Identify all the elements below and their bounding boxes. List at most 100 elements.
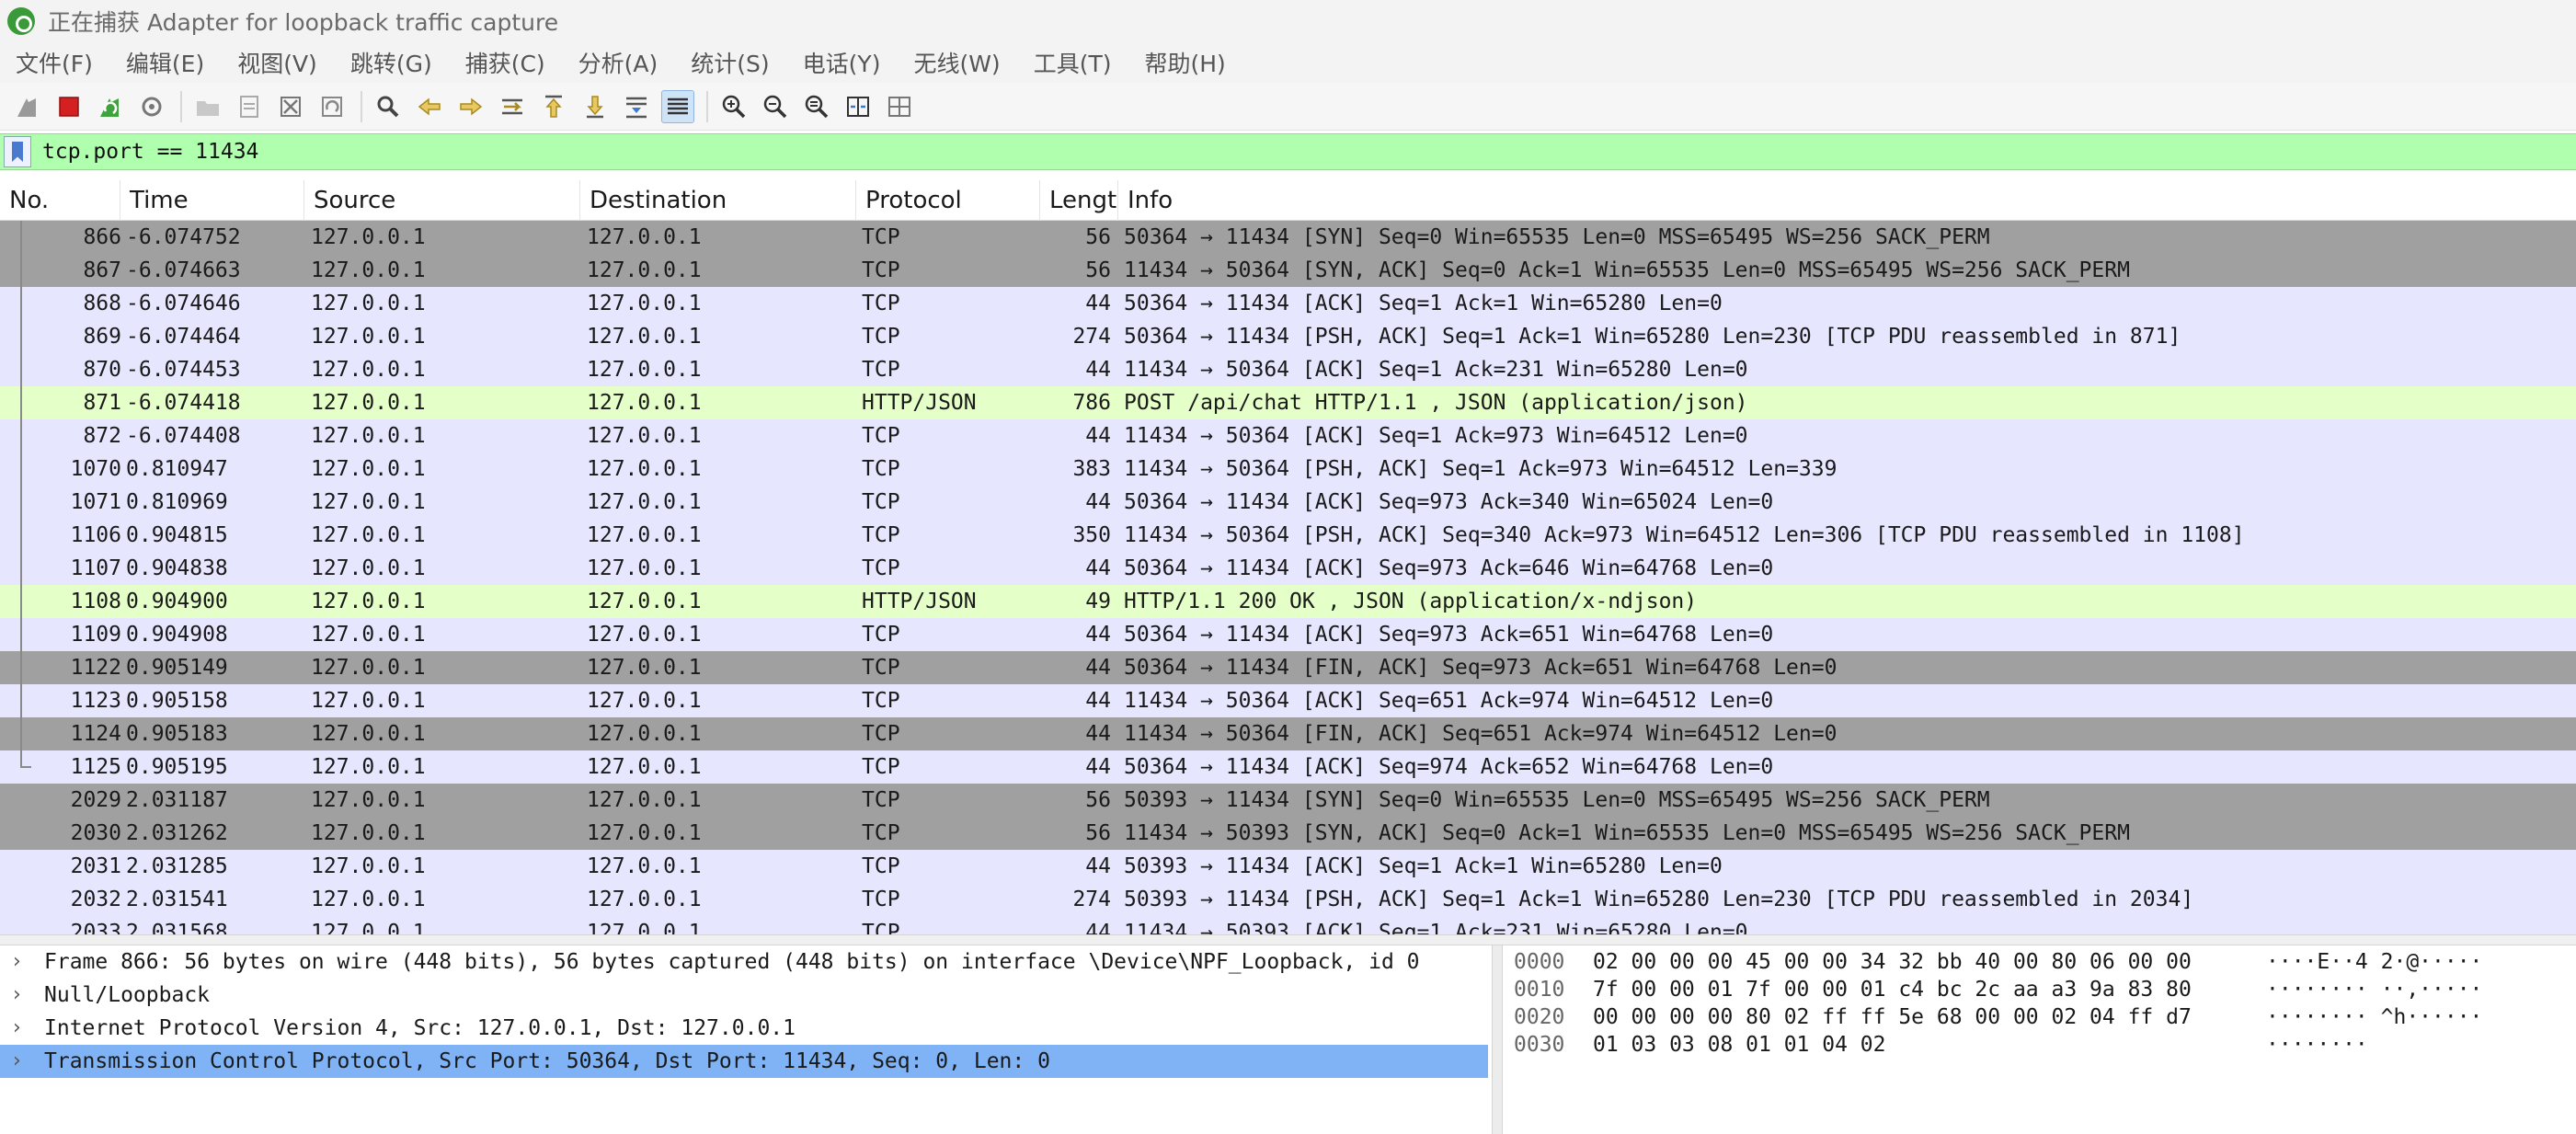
window-title: 正在捕获 Adapter for loopback traffic captur… (48, 9, 559, 36)
stop-capture-button[interactable] (52, 90, 86, 123)
packet-cell-proto: TCP (862, 888, 900, 911)
menu-item-2[interactable]: 视图(V) (237, 46, 317, 79)
normal-size-icon[interactable] (800, 90, 833, 123)
layout-panes-icon[interactable] (883, 90, 916, 123)
menu-item-6[interactable]: 统计(S) (691, 46, 769, 79)
zoom-out-icon[interactable] (759, 90, 792, 123)
zoom-in-icon[interactable] (717, 90, 750, 123)
packet-cell-time: 0.904815 (126, 523, 228, 547)
packet-row[interactable]: 1107 0.904838 127.0.0.1 127.0.0.1 TCP 44 50364… (0, 552, 2576, 585)
start-capture-fin-icon[interactable] (11, 90, 44, 123)
column-header-info[interactable]: Info (1118, 180, 2576, 221)
packet-cell-time: 0.905158 (126, 689, 228, 713)
packet-row[interactable]: 1071 0.810969 127.0.0.1 127.0.0.1 TCP 44 50364… (0, 486, 2576, 519)
packet-row[interactable]: 2033 2.031568 127.0.0.1 127.0.0.1 TCP 44 11434… (0, 916, 2576, 934)
column-header-source[interactable]: Source (304, 180, 580, 221)
packet-cell-proto: TCP (862, 821, 900, 845)
go-to-packet-icon[interactable] (496, 90, 529, 123)
packet-row[interactable]: 866 -6.074752 127.0.0.1 127.0.0.1 TCP 56 50364… (0, 221, 2576, 254)
menu-item-10[interactable]: 帮助(H) (1144, 46, 1225, 79)
menu-item-5[interactable]: 分析(A) (578, 46, 658, 79)
detail-tree-item[interactable]: › Internet Protocol Version 4, Src: 127.0… (0, 1012, 1492, 1045)
go-first-packet-icon[interactable] (537, 90, 570, 123)
ascii-bytes[interactable]: ········ ··,····· (2266, 976, 2482, 1003)
packet-row[interactable]: 1108 0.904900 127.0.0.1 127.0.0.1 HTTP/JSON 4… (0, 585, 2576, 618)
packet-row[interactable]: 869 -6.074464 127.0.0.1 127.0.0.1 TCP 274 5036… (0, 320, 2576, 353)
packet-row[interactable]: 870 -6.074453 127.0.0.1 127.0.0.1 TCP 44 11434… (0, 353, 2576, 386)
expand-chevron-icon[interactable]: › (13, 1045, 21, 1078)
capture-options-gear-icon[interactable] (135, 90, 168, 123)
packet-cell-len: 44 (1085, 755, 1111, 779)
column-header-no[interactable]: No. (0, 180, 120, 221)
hex-offset[interactable]: 0020 (1514, 1003, 1564, 1031)
packet-row[interactable]: 2029 2.031187 127.0.0.1 127.0.0.1 TCP 56 50393… (0, 784, 2576, 817)
packet-row[interactable]: 2031 2.031285 127.0.0.1 127.0.0.1 TCP 44 50393… (0, 850, 2576, 883)
go-last-packet-icon[interactable] (578, 90, 612, 123)
save-file-icon[interactable] (233, 90, 266, 123)
column-header-destination[interactable]: Destination (580, 180, 856, 221)
hex-bytes[interactable]: 00 00 00 00 80 02 ff ff 5e 68 00 00 02 0… (1593, 1003, 2192, 1031)
open-file-folder-icon[interactable] (191, 90, 224, 123)
find-packet-search-icon[interactable] (372, 90, 405, 123)
column-header-time[interactable]: Time (120, 180, 304, 221)
hex-bytes[interactable]: 7f 00 00 01 7f 00 00 01 c4 bc 2c aa a3 9… (1593, 976, 2192, 1003)
ascii-bytes[interactable]: ····E··4 2·@····· (2266, 948, 2482, 976)
reload-file-icon[interactable] (315, 90, 349, 123)
packet-row[interactable]: 872 -6.074408 127.0.0.1 127.0.0.1 TCP 44 11434… (0, 419, 2576, 452)
packet-row[interactable]: 868 -6.074646 127.0.0.1 127.0.0.1 TCP 44 50364… (0, 287, 2576, 320)
packet-row[interactable]: 2032 2.031541 127.0.0.1 127.0.0.1 TCP 274 5039… (0, 883, 2576, 916)
packet-row[interactable]: 1123 0.905158 127.0.0.1 127.0.0.1 TCP 44 11434… (0, 684, 2576, 717)
packet-row[interactable]: 1106 0.904815 127.0.0.1 127.0.0.1 TCP 350 1143… (0, 519, 2576, 552)
detail-tree-item[interactable]: › Transmission Control Protocol, Src Port… (0, 1045, 1488, 1078)
packet-row[interactable]: 2030 2.031262 127.0.0.1 127.0.0.1 TCP 56 11434… (0, 817, 2576, 850)
go-forward-arrow-icon[interactable] (454, 90, 487, 123)
hex-offset[interactable]: 0000 (1514, 948, 1564, 976)
display-filter-input[interactable] (42, 140, 2433, 164)
column-header-protocol[interactable]: Protocol (856, 180, 1040, 221)
detail-tree-item[interactable]: › Frame 866: 56 bytes on wire (448 bits),… (0, 945, 1492, 979)
detail-tree-item-label: Null/Loopback (44, 983, 211, 1007)
menu-item-0[interactable]: 文件(F) (16, 46, 93, 79)
expand-chevron-icon[interactable]: › (13, 1012, 21, 1045)
packet-row[interactable]: 871 -6.074418 127.0.0.1 127.0.0.1 HTTP/JSON 7… (0, 386, 2576, 419)
hex-offset[interactable]: 0030 (1514, 1031, 1564, 1059)
menu-item-1[interactable]: 编辑(E) (126, 46, 204, 79)
menu-item-3[interactable]: 跳转(G) (350, 46, 432, 79)
pane-splitter-vertical[interactable] (1492, 945, 1503, 1134)
close-file-icon[interactable] (274, 90, 307, 123)
ascii-bytes[interactable]: ········ (2266, 1031, 2368, 1059)
hex-bytes[interactable]: 01 03 03 08 01 01 04 02 (1593, 1031, 1886, 1059)
main-toolbar (0, 83, 2576, 131)
column-header-length[interactable]: Lengt (1040, 180, 1118, 221)
packet-row[interactable]: 1122 0.905149 127.0.0.1 127.0.0.1 TCP 44 50364… (0, 651, 2576, 684)
auto-scroll-icon[interactable] (620, 90, 653, 123)
menu-item-7[interactable]: 电话(Y) (803, 46, 881, 79)
filter-bookmark-icon[interactable] (4, 136, 31, 167)
detail-tree-item[interactable]: › Null/Loopback (0, 979, 1492, 1012)
expand-chevron-icon[interactable]: › (13, 979, 21, 1012)
resize-columns-icon[interactable] (841, 90, 875, 123)
packet-cell-info: 11434 → 50364 [PSH, ACK] Seq=340 Ack=973… (1124, 523, 2245, 547)
expand-chevron-icon[interactable]: › (13, 945, 21, 979)
pane-splitter-horizontal[interactable] (0, 934, 2576, 945)
packet-row[interactable]: 1125 0.905195 127.0.0.1 127.0.0.1 TCP 44 50364… (0, 750, 2576, 784)
restart-capture-button[interactable] (94, 90, 127, 123)
packet-row[interactable]: 1109 0.904908 127.0.0.1 127.0.0.1 TCP 44 50364… (0, 618, 2576, 651)
menu-item-4[interactable]: 捕获(C) (465, 46, 545, 79)
packet-row[interactable]: 867 -6.074663 127.0.0.1 127.0.0.1 TCP 56 11434… (0, 254, 2576, 287)
go-back-arrow-icon[interactable] (413, 90, 446, 123)
packet-cell-proto: TCP (862, 623, 900, 647)
packet-row[interactable]: 1070 0.810947 127.0.0.1 127.0.0.1 TCP 383 1143… (0, 452, 2576, 486)
packet-details-pane: › Frame 866: 56 bytes on wire (448 bits),… (0, 945, 1492, 1134)
menu-item-9[interactable]: 工具(T) (1034, 46, 1112, 79)
conversation-bracket-icon (12, 353, 22, 386)
packet-row[interactable]: 1124 0.905183 127.0.0.1 127.0.0.1 TCP 44 11434… (0, 717, 2576, 750)
colorize-packet-list-icon[interactable] (661, 89, 694, 123)
packet-cell-time: 0.904838 (126, 556, 228, 580)
packet-cell-time: -6.074464 (126, 325, 241, 349)
ascii-bytes[interactable]: ········ ^h······ (2266, 1003, 2482, 1031)
hex-offset[interactable]: 0010 (1514, 976, 1564, 1003)
hex-bytes[interactable]: 02 00 00 00 45 00 00 34 32 bb 40 00 80 0… (1593, 948, 2192, 976)
packet-cell-dst: 127.0.0.1 (587, 556, 702, 580)
menu-item-8[interactable]: 无线(W) (913, 46, 1000, 79)
